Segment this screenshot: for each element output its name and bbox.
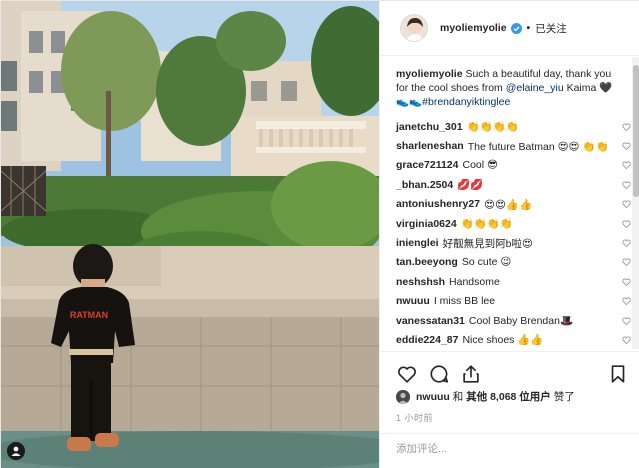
liker-avatar[interactable] [396, 389, 410, 404]
small-heart-icon[interactable] [621, 160, 632, 170]
comment-row: nwuuu I miss BB lee [396, 292, 634, 311]
comments-list[interactable]: myoliemyolie Such a beautiful day, thank… [380, 57, 634, 349]
caption-username[interactable]: myoliemyolie [396, 68, 463, 80]
photo-scene: RATMAN [1, 1, 379, 468]
comment-text: I miss BB lee [433, 295, 496, 308]
post-side-panel: myoliemyolie • 已关注 myoliemyolie Such a b… [379, 1, 639, 468]
comment-row: grace721124 Cool 😎 [396, 156, 634, 175]
comment-row: antoniushenry27 😍😍👍👍 [396, 195, 634, 214]
likes-verb: 赞了 [553, 391, 575, 403]
heart-outline-icon[interactable] [396, 363, 418, 385]
comment-username[interactable]: inienglei [396, 237, 439, 249]
comment-username[interactable]: nwuuu [396, 295, 430, 307]
comments-scrollbar[interactable] [632, 57, 639, 349]
comment-username[interactable]: tan.beeyong [396, 256, 458, 268]
instagram-post: RATMAN myoliemyolie • 已关注 myoliemyolie S… [0, 0, 639, 468]
caption-mention-link[interactable]: @elaine_yiu [506, 82, 564, 94]
add-comment-input[interactable] [396, 443, 625, 455]
comment-text: 好靓無見到阿b啦😍 [442, 237, 533, 250]
comment-username[interactable]: vanessatan31 [396, 315, 465, 327]
scrollbar-thumb[interactable] [633, 65, 639, 197]
liker-username[interactable]: nwuuu [416, 391, 450, 403]
comment-row: tan.beeyong So cute 😉 [396, 253, 634, 272]
bookmark-icon[interactable] [607, 363, 629, 385]
small-heart-icon[interactable] [621, 141, 632, 151]
comment-row: inienglei 好靓無見到阿b啦😍 [396, 233, 634, 252]
comment-text: Cool Baby Brendan🎩 [468, 315, 574, 328]
post-timestamp[interactable]: 1 小时前 [396, 411, 433, 424]
share-arrow-icon[interactable] [460, 363, 482, 385]
comment-text: So cute 😉 [461, 256, 512, 269]
likes-summary: nwuuu 和 其他 8,068 位用户 赞了 [396, 389, 575, 404]
comment-text: Handsome [449, 275, 500, 288]
comment-row: sharleneshan The future Batman 😍😍 👏👏 [396, 136, 634, 155]
speech-bubble-icon[interactable] [428, 363, 450, 385]
likes-others-label[interactable]: 其他 [466, 389, 487, 404]
small-heart-icon[interactable] [621, 122, 632, 132]
comment-row: _bhan.2504 💋💋 [396, 175, 634, 194]
comment-username[interactable]: _bhan.2504 [396, 179, 453, 191]
caption-hashtag-link[interactable]: #brendanyiktinglee [422, 96, 510, 108]
comment-row: vanessatan31 Cool Baby Brendan🎩 [396, 311, 634, 330]
comment-username[interactable]: janetchu_301 [396, 121, 463, 133]
comment-username[interactable]: sharleneshan [396, 140, 464, 152]
add-comment-bar [380, 433, 639, 468]
small-heart-icon[interactable] [621, 238, 632, 248]
comment-username[interactable]: virginia0624 [396, 218, 457, 230]
avatar[interactable] [400, 14, 428, 42]
likes-suffix: 位用户 [519, 391, 551, 403]
comment-row: virginia0624 👏👏👏👏 [396, 214, 634, 233]
likes-and: 和 [452, 391, 464, 403]
small-heart-icon[interactable] [621, 277, 632, 287]
post-photo[interactable]: RATMAN [1, 1, 379, 468]
small-heart-icon[interactable] [621, 296, 632, 306]
post-header: myoliemyolie • 已关注 [380, 1, 639, 56]
comment-text: The future Batman 😍😍 👏👏 [467, 140, 609, 153]
shirt-print-label: RATMAN [70, 310, 108, 320]
comment-row: eddie224_87 Nice shoes 👍👍 [396, 330, 634, 349]
small-heart-icon[interactable] [621, 335, 632, 345]
small-heart-icon[interactable] [621, 180, 632, 190]
comment-username[interactable]: antoniushenry27 [396, 198, 480, 210]
comment-row: neshshsh Handsome [396, 272, 634, 291]
likes-count[interactable]: 8,068 [490, 391, 516, 403]
caption-text-mid: Kaima [563, 82, 600, 94]
small-heart-icon[interactable] [621, 199, 632, 209]
comment-text: Cool 😎 [462, 159, 498, 172]
separator-dot: • [526, 22, 531, 34]
comment-text: 👏👏👏👏 [466, 121, 519, 134]
comment-username[interactable]: grace721124 [396, 159, 458, 171]
comment-row: janetchu_301 👏👏👏👏 [396, 117, 634, 136]
comment-text: 😍😍👍👍 [484, 198, 533, 211]
comment-text: 💋💋 [457, 179, 484, 192]
post-actions [380, 351, 639, 391]
verified-badge-icon [510, 22, 522, 34]
comment-rows: janetchu_301 👏👏👏👏 sharleneshan The future B… [396, 117, 634, 349]
post-caption: myoliemyolie Such a beautiful day, thank… [396, 67, 634, 109]
small-heart-icon[interactable] [621, 219, 632, 229]
small-heart-icon[interactable] [621, 316, 632, 326]
comment-username[interactable]: neshshsh [396, 276, 445, 288]
comment-text: Nice shoes 👍👍 [462, 334, 544, 347]
small-heart-icon[interactable] [621, 257, 632, 267]
account-badge-icon[interactable] [7, 442, 25, 460]
follow-status-button[interactable]: 已关注 [535, 21, 567, 36]
post-username[interactable]: myoliemyolie [440, 22, 507, 34]
comment-username[interactable]: eddie224_87 [396, 334, 458, 346]
comment-text: 👏👏👏👏 [460, 218, 513, 231]
